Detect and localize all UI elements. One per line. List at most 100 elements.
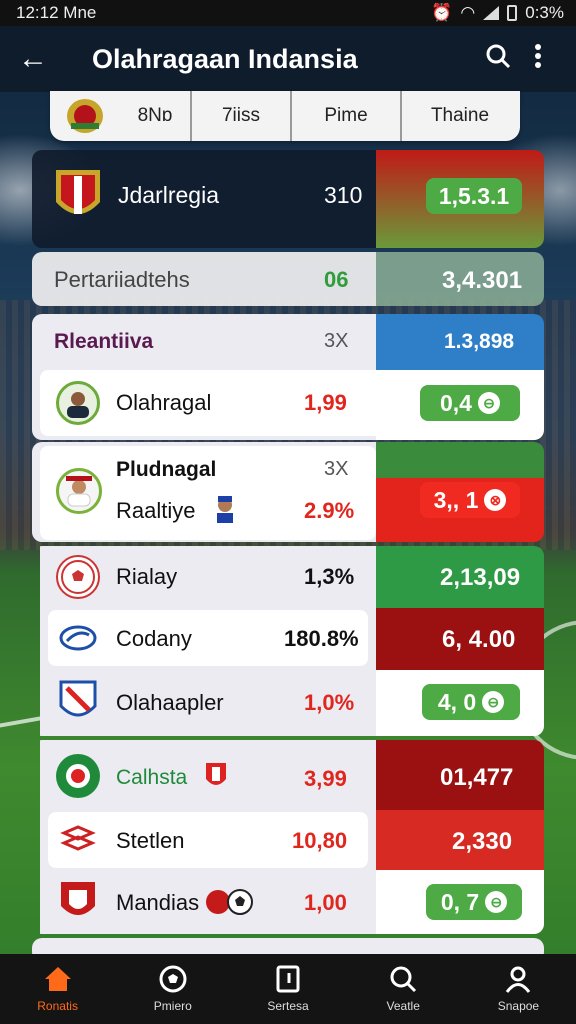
alarm-icon: ⏰ (431, 3, 453, 22)
odds-label: 3,, 1 (433, 486, 479, 513)
featured-match-card[interactable]: Jdarlregia 310 1,5.3.1 (32, 150, 544, 248)
row-name: Olahaapler (116, 690, 224, 715)
nav-label: Ronatis (37, 999, 78, 1013)
row-odds[interactable]: 6, 4.00 (442, 626, 515, 654)
group-card-1: Rleantiiva 3X 1.3,898 Olahragal 1,99 0,4… (32, 314, 544, 440)
status-carrier: Mne (63, 3, 97, 22)
list-item[interactable]: Mandias 1,00 (40, 872, 376, 934)
tab-1[interactable]: 8Nɒ (120, 91, 190, 141)
badge-icon (202, 760, 230, 792)
nav-item-home[interactable]: Ronatis (0, 954, 115, 1024)
row-value: 1,00 (304, 890, 347, 915)
row-value: 2.9% (304, 498, 355, 523)
battery-percent: 0:3% (525, 3, 564, 22)
summary-odds: 3,4.301 (442, 267, 523, 294)
tab-bar: 8Nɒ 7iiss Pime Thaine (50, 91, 520, 141)
odds-button[interactable]: 0,4 ⊖ (420, 385, 520, 421)
document-icon (273, 965, 303, 993)
tab-2[interactable]: 7iiss (190, 91, 290, 141)
chevron-icon: ⊗ (484, 489, 507, 511)
chevron-icon: ⊖ (482, 691, 505, 713)
featured-odds: 1,5.3.1 (438, 182, 510, 209)
odds-button[interactable]: 3,, 1 ⊗ (420, 482, 520, 518)
chevron-icon: ⊖ (477, 392, 500, 414)
odds-button[interactable]: 4, 0 ⊖ (422, 684, 520, 720)
soccer-ball-icon (204, 886, 256, 918)
player-avatar (56, 468, 102, 514)
row-name: Mandias (116, 890, 200, 915)
row-value: 1,99 (304, 390, 347, 415)
page-title: Olahragaan Indansia (92, 43, 358, 74)
soccer-ball-icon (56, 555, 100, 599)
team-logo-icon (56, 818, 100, 862)
nav-item-matches[interactable]: Pmiero (115, 954, 230, 1024)
odds-label: 4, 0 (437, 688, 477, 715)
group-1-mark: 3X (324, 330, 349, 352)
signal-icon (483, 6, 500, 20)
group-card-3: Rialay 1,3% 2,13,09 Codany 180.8% 6, 4.0… (32, 546, 544, 736)
summary-label: Pertariiadtehs (54, 267, 190, 292)
list-item[interactable]: Olahragal 1,99 0,4 ⊖ (40, 370, 536, 436)
team-crest-icon (56, 680, 100, 724)
status-time: 12:12 (16, 3, 59, 22)
row-name: Rialay (116, 564, 178, 589)
group-1-header-odds: 1.3,898 (444, 330, 515, 353)
tab-4[interactable]: Thaine (400, 91, 518, 141)
row-name: Olahragal (116, 390, 212, 415)
featured-team-name: Jdarlregia (118, 182, 219, 208)
nav-label: Pmiero (153, 999, 192, 1013)
search-icon (388, 965, 418, 993)
featured-score: 310 (324, 182, 363, 208)
status-bar: 12:12 Mne ⏰ ◠ 0:3% (0, 0, 576, 26)
wifi-icon: ◠ (460, 3, 476, 22)
list-item[interactable]: Olahaapler 1,0% (40, 672, 376, 734)
nav-label: Snapoe (497, 999, 540, 1013)
summary-value: 06 (324, 267, 349, 292)
group-2-mark: 3X (324, 458, 349, 480)
team-crest-icon (56, 754, 100, 798)
group-card-4: Calhsta 3,99 01,477 Stetlen 10,80 2,330 … (32, 740, 544, 934)
list-item[interactable]: Stetlen 10,80 (48, 812, 368, 868)
row-value: 10,80 (292, 828, 348, 853)
group-card-2[interactable]: Pludnagal 3X Raaltiye 2.9% 3,, 1 ⊗ (32, 442, 544, 542)
nav-label: Sertesa (267, 999, 309, 1013)
row-odds[interactable]: 01,477 (440, 764, 513, 792)
row-name: Calhsta (116, 766, 188, 789)
battery-icon (507, 5, 518, 21)
summary-card[interactable]: Pertariiadtehs 06 3,4.301 (32, 252, 544, 306)
chevron-icon: ⊖ (485, 891, 508, 913)
app-bar: ← Olahragaan Indansia (0, 26, 576, 92)
player-avatar (56, 381, 100, 425)
odds-label: 0,4 (440, 389, 472, 416)
group-1-header: Rleantiiva (54, 330, 154, 353)
row-odds[interactable]: 2,330 (452, 828, 512, 856)
nav-label: Veatle (386, 999, 420, 1013)
list-item[interactable]: Codany 180.8% (48, 610, 368, 666)
profile-icon (503, 965, 533, 993)
group-2-title: Pludnagal (116, 458, 217, 481)
nav-item-search[interactable]: Veatle (346, 954, 461, 1024)
team-crest-icon (52, 166, 104, 226)
player-icon (210, 492, 240, 526)
tab-3[interactable]: Pime (290, 91, 400, 141)
odds-button[interactable]: 0, 7 ⊖ (426, 884, 522, 920)
search-icon[interactable] (478, 43, 518, 76)
team-crest-icon (56, 880, 100, 924)
row-value: 1,0% (304, 690, 355, 715)
row-name: Codany (116, 626, 192, 651)
row-value: 3,99 (304, 766, 347, 791)
list-item[interactable]: Calhsta 3,99 (40, 744, 376, 810)
arrow-left-icon[interactable]: ← (18, 42, 64, 76)
row-odds[interactable]: 2,13,09 (440, 564, 520, 592)
soccer-ball-icon (158, 965, 188, 993)
nav-item-news[interactable]: Sertesa (230, 954, 345, 1024)
home-icon (43, 965, 73, 993)
more-vert-icon[interactable] (518, 43, 558, 76)
row-value: 1,3% (304, 564, 355, 589)
list-item[interactable]: Rialay 1,3% (40, 546, 376, 608)
odds-label: 0, 7 (440, 888, 480, 915)
row-name: Raaltiye (116, 498, 196, 523)
featured-odds-button[interactable]: 1,5.3.1 (426, 178, 522, 214)
team-logo-icon (56, 616, 100, 660)
nav-item-profile[interactable]: Snapoe (461, 954, 576, 1024)
